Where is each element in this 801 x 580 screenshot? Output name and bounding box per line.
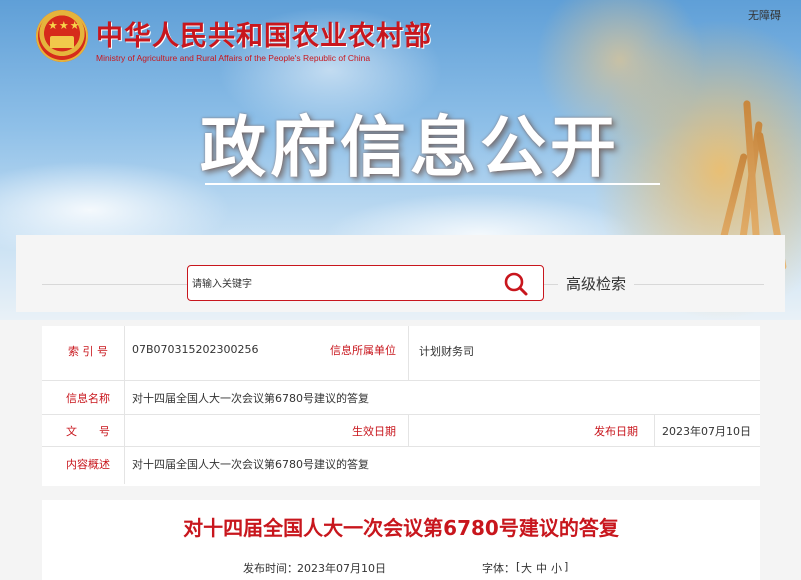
column-divider <box>408 414 409 446</box>
search-icon[interactable] <box>503 271 529 297</box>
column-divider <box>408 326 409 380</box>
font-size-label: 字体： <box>482 562 515 575</box>
column-divider <box>654 414 655 446</box>
site-title[interactable]: 中华人民共和国农业农村部 <box>96 14 432 53</box>
publish-date-label: 发布日期 <box>594 425 638 438</box>
dept-label: 信息所属单位 <box>330 344 396 357</box>
publish-time-value: 2023年07月10日 <box>297 562 386 575</box>
advanced-search-link[interactable]: 高级检索 <box>558 273 635 294</box>
index-label: 索 引 号 <box>68 345 108 358</box>
font-size-bracket-close: ] <box>564 560 569 573</box>
search-box <box>187 265 544 301</box>
table-row: 索 引 号 07B070315202300256 信息所属单位 计划财务司 <box>42 326 760 381</box>
font-size-medium[interactable]: 中 <box>536 560 547 576</box>
doc-number-label: 文 号 <box>66 425 110 438</box>
name-label: 信息名称 <box>66 392 110 405</box>
search-panel: 高级检索 <box>16 235 785 312</box>
effective-date-label: 生效日期 <box>352 425 396 438</box>
table-row: 内容概述 对十四届全国人大一次会议第6780号建议的答复 <box>42 446 760 484</box>
summary-label: 内容概述 <box>66 458 110 471</box>
publish-date-value: 2023年07月10日 <box>662 425 751 438</box>
site-subtitle: Ministry of Agriculture and Rural Affair… <box>96 53 371 63</box>
publish-time-label: 发布时间： <box>243 562 298 575</box>
table-row: 信息名称 对十四届全国人大一次会议第6780号建议的答复 <box>42 380 760 415</box>
national-emblem-logo[interactable]: ★★★ <box>36 10 88 62</box>
font-size-small[interactable]: 小 <box>551 560 562 576</box>
table-row: 文 号 生效日期 发布日期 2023年07月10日 <box>42 414 760 447</box>
info-table: 索 引 号 07B070315202300256 信息所属单位 计划财务司 信息… <box>42 326 760 486</box>
index-value: 07B070315202300256 <box>132 343 259 356</box>
dept-value: 计划财务司 <box>419 345 474 358</box>
article: 对十四届全国人大一次会议第6780号建议的答复 发布时间： 2023年07月10… <box>42 500 760 580</box>
accessibility-link[interactable]: 无障碍 <box>748 7 781 23</box>
font-size-bracket-open: [ <box>516 560 521 573</box>
summary-value: 对十四届全国人大一次会议第6780号建议的答复 <box>132 458 369 471</box>
search-input[interactable] <box>190 270 494 298</box>
heading-divider <box>205 183 660 185</box>
font-size-large[interactable]: 大 <box>521 560 532 576</box>
article-title: 对十四届全国人大一次会议第6780号建议的答复 <box>183 516 619 540</box>
column-divider <box>124 326 125 484</box>
gate-icon <box>50 36 74 48</box>
name-value: 对十四届全国人大一次会议第6780号建议的答复 <box>132 392 369 405</box>
star-icon: ★★★ <box>48 19 81 32</box>
section-heading: 政府信息公开 <box>200 109 620 186</box>
